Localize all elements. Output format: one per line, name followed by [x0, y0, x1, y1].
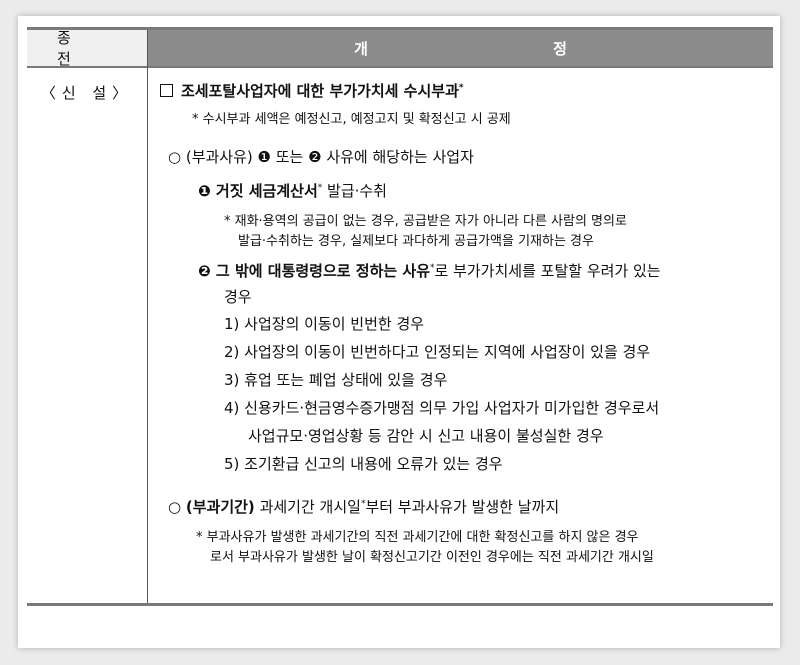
reason-2-title: ❷ 그 밖에 대통령령으로 정하는 사유	[198, 262, 431, 280]
reason-1-tail: 발급·수취	[322, 182, 387, 200]
list-item: 5) 조기환급 신고의 내용에 오류가 있는 경우	[224, 455, 503, 473]
reason-1-title: ❶ 거짓 세금계산서	[198, 182, 318, 200]
period-line: ○ (부과기간) 과세기간 개시일*부터 부과사유가 발생한 날까지	[168, 496, 559, 517]
list-item: 3) 휴업 또는 폐업 상태에 있을 경우	[224, 371, 448, 389]
reason-2: ❷ 그 밖에 대통령령으로 정하는 사유*로 부가가치세를 포탈할 우려가 있는	[198, 260, 661, 281]
circle-bullet-icon: ○	[168, 498, 182, 516]
reason-1-note-line1: * 재화·용역의 공급이 없는 경우, 공급받은 자가 아니라 다른 사람의 명…	[224, 214, 627, 229]
header-before: 종 전	[27, 29, 147, 68]
checkbox-square-icon	[160, 84, 173, 97]
reason-1: ❶ 거짓 세금계산서* 발급·수취	[198, 180, 387, 201]
list-item: 2) 사업장의 이동이 빈번하다고 인정되는 지역에 사업장이 있을 경우	[224, 343, 651, 361]
reason-2-tail-line2: 경우	[224, 288, 252, 306]
reason-heading: ○ (부과사유) ❶ 또는 ❷ 사유에 해당하는 사업자	[168, 148, 474, 166]
comparison-table: 종 전 개 정 〈신 설〉 조세포탈사업자에 대한 부가가치세 수시부과* * …	[27, 27, 773, 606]
period-title: (부과기간)	[185, 498, 255, 516]
reason-2-tail: 로 부가가치세를 포탈할 우려가 있는	[434, 262, 661, 280]
provision-title-note: * 수시부과 세액은 예정신고, 예정고지 및 확정신고 시 공제	[192, 112, 511, 127]
list-item: 4) 신용카드·현금영수증가맹점 의무 가입 사업자가 미가입한 경우로서	[224, 399, 660, 417]
period-note-line1: * 부과사유가 발생한 과세기간의 직전 과세기간에 대한 확정신고를 하지 않…	[196, 530, 639, 545]
after-content: 조세포탈사업자에 대한 부가가치세 수시부과* * 수시부과 세액은 예정신고,…	[148, 68, 773, 603]
list-item: 사업규모·영업상황 등 감안 시 신고 내용이 불성실한 경우	[248, 427, 604, 445]
period-tail2: 부터 부과사유가 발생한 날까지	[365, 498, 560, 516]
period-note-line2: 로서 부과사유가 발생한 날이 확정신고기간 이전인 경우에는 직전 과세기간 …	[210, 550, 654, 565]
provision-title-sup: *	[458, 83, 464, 93]
provision-title: 조세포탈사업자에 대한 부가가치세 수시부과*	[160, 80, 464, 101]
list-item: 1) 사업장의 이동이 빈번한 경우	[224, 315, 425, 333]
header-after: 개 정	[148, 30, 773, 66]
new-provision-label: 〈신 설〉	[40, 84, 134, 102]
provision-title-text: 조세포탈사업자에 대한 부가가치세 수시부과	[181, 82, 459, 100]
reason-1-note-line2: 발급·수취하는 경우, 실제보다 과다하게 공급가액을 기재하는 경우	[238, 234, 594, 249]
period-tail: 과세기간 개시일	[254, 498, 361, 516]
document-frame: 종 전 개 정 〈신 설〉 조세포탈사업자에 대한 부가가치세 수시부과* * …	[18, 16, 780, 648]
